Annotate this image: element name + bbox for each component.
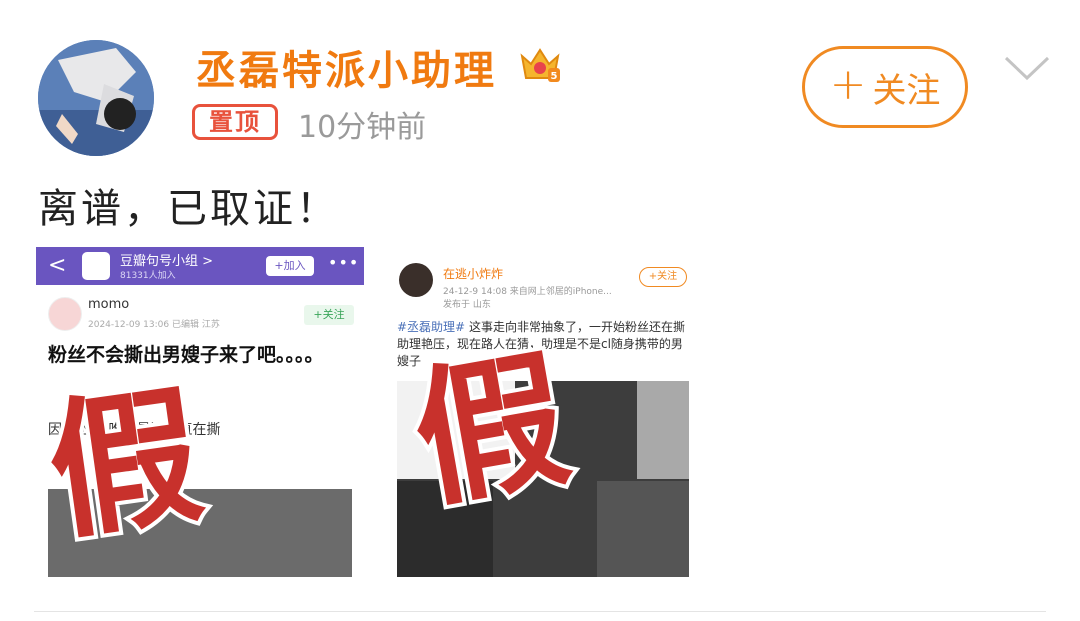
post-location: 发布于 山东 [443,300,491,310]
grid-photo [397,381,515,479]
grid-photo [397,481,493,577]
group-icon [82,252,110,280]
post-meta: 24-12-9 14:08 来自网上邻居的iPhone... [443,287,612,297]
post-image-2[interactable]: 在逃小炸炸 24-12-9 14:08 来自网上邻居的iPhone... 发布于… [385,247,693,577]
author-name: momo [88,297,130,312]
post-text: 离谱，已取证！ [38,186,339,232]
thread-title: 粉丝不会撕出男嫂子来了吧。。。。 [48,344,324,366]
chevron-down-icon[interactable] [1002,50,1052,84]
weibo-text: #丞磊助理# 这事走向非常抽象了，一开始粉丝还在撕助理艳压，现在路人在猜，助理是… [397,319,687,370]
crown-badge-icon: 5 [520,48,560,82]
follow-button: +关注 [304,305,354,325]
author-avatar [399,263,433,297]
grid-photo [597,481,689,577]
group-name: 豆瓣句号小组 > [120,254,214,269]
follow-button: +关注 [639,267,687,287]
post-timestamp: 10分钟前 [298,110,427,145]
hashtag: #丞磊助理# [397,320,466,334]
photo-grid [397,381,689,577]
avatar[interactable] [38,40,154,156]
follow-button-label: 关注 [872,70,941,111]
svg-text:5: 5 [551,71,558,82]
thread-photo [48,489,352,577]
username[interactable]: 丞磊特派小助理 [196,38,497,96]
grid-photo [637,381,689,479]
author-avatar [48,297,82,331]
join-button: +加入 [266,256,314,276]
author-name: 在逃小炸炸 [443,267,504,281]
post-date: 2024-12-09 13:06 已编辑 江苏 [88,320,220,330]
more-icon: ••• [328,253,360,272]
follow-button[interactable]: + 关注 [802,46,968,128]
group-members: 81331人加入 [120,271,176,281]
follow-plus-icon: + [829,59,867,110]
back-icon: < [48,253,67,278]
divider [34,611,1046,612]
thread-body: 因为丞磊 唯粉最近一直在撕 [48,422,221,438]
post-image-1[interactable]: < 豆瓣句号小组 > 81331人加入 +加入 ••• momo 2024-12… [36,247,364,577]
pinned-badge: 置顶 [192,104,278,140]
